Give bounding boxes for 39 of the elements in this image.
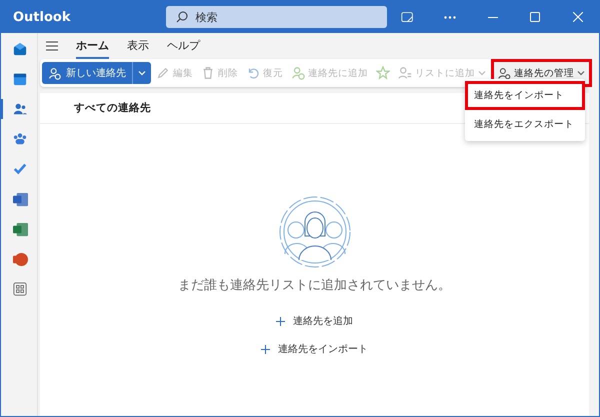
empty-action-link[interactable]: 連絡先を追加 — [276, 314, 353, 328]
add-person-icon — [48, 66, 61, 80]
list-header: すべての連絡先 — [74, 101, 151, 115]
search-placeholder: 検索 — [196, 10, 218, 24]
plus-icon — [261, 344, 270, 354]
menu-item[interactable]: 連絡先をインポート — [465, 81, 585, 110]
note-icon — [401, 10, 414, 24]
star-icon — [376, 66, 390, 80]
group-icon — [13, 132, 27, 146]
empty-action-link[interactable]: 連絡先をインポート — [261, 342, 368, 356]
empty-message: まだ誰も連絡先リストに追加されていません。 — [178, 277, 451, 294]
minimize-icon — [488, 16, 498, 18]
chevron-down-icon — [138, 69, 146, 77]
search-field[interactable]: 検索 — [166, 6, 387, 28]
chevron-down-icon — [478, 69, 486, 77]
calendar-icon — [13, 72, 27, 86]
plus-icon — [276, 316, 285, 326]
people-icon — [13, 102, 27, 116]
search-icon — [176, 11, 188, 23]
more-icon — [444, 16, 456, 18]
menu-icon[interactable] — [46, 41, 58, 51]
people-list-icon — [398, 66, 412, 80]
add-person-icon — [291, 66, 305, 80]
mail-icon — [13, 42, 27, 56]
app-title: Outlook — [13, 10, 72, 24]
close-icon — [572, 12, 583, 22]
trash-icon — [201, 66, 215, 80]
apps-icon — [13, 282, 27, 296]
maximize-icon — [530, 12, 540, 22]
pencil-icon — [156, 66, 170, 80]
new-contact-button[interactable]: 新しい連絡先 — [42, 62, 133, 84]
ribbon-tab[interactable]: ヘルプ — [167, 34, 200, 58]
undo-icon — [246, 66, 260, 80]
menu-item[interactable]: 連絡先をエクスポート — [465, 110, 585, 139]
ribbon-tab[interactable]: 表示 — [127, 34, 149, 58]
check-icon — [13, 162, 27, 176]
chevron-down-icon — [577, 69, 585, 77]
people-illustration — [278, 196, 350, 268]
people-settings-icon — [498, 66, 511, 80]
